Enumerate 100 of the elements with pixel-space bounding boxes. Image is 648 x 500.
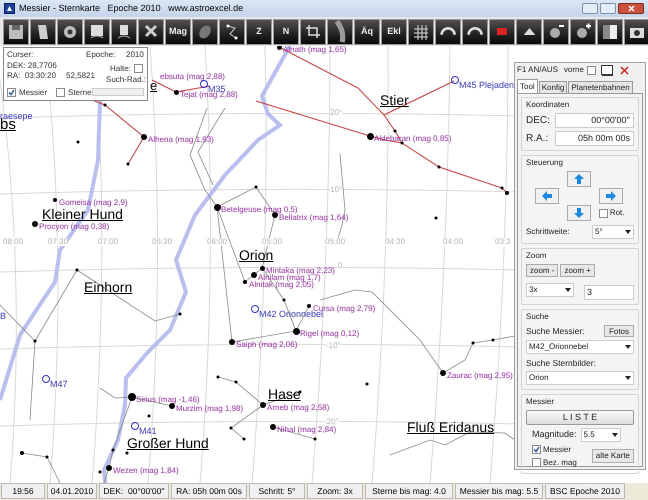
toolbar-button[interactable] [489,18,515,44]
messier-label: M45 Plejaden [459,81,514,90]
toolbar-button[interactable] [192,18,218,44]
right-arrow-icon [606,191,616,201]
group-title: Zoom [526,250,548,262]
toolbar-button[interactable] [624,18,648,44]
constellation-name: Stier [380,93,409,107]
window-title: Messier - Sternkarte Epoche 2010 www.astroexcel.de [19,2,244,15]
step-select[interactable]: 5° [592,225,634,239]
toolbar-button[interactable] [435,18,461,44]
hold-checkbox[interactable] [134,64,143,73]
zoom-out-button[interactable]: zoom - [526,264,558,277]
label-mag-checkbox[interactable] [532,458,541,467]
toolbar-button[interactable] [408,18,434,44]
rotate-checkbox[interactable] [598,208,608,218]
front-checkbox[interactable] [586,66,596,74]
ra-label: 07:30 [48,238,68,246]
constellation-name: Fluß Eridanus [407,420,494,434]
arrow-button[interactable] [598,188,623,204]
toolbar-button[interactable]: Ekl [381,18,407,44]
photos-button[interactable]: Fotos [604,325,634,338]
dec-label: -10° [326,342,341,350]
zoom-in-button[interactable]: zoom + [560,264,595,277]
messier-checkbox[interactable] [7,88,16,97]
ra-number: 52,5821 [66,72,95,80]
star-label: Alhena (mag 1,93) [148,136,214,144]
toolbar-button[interactable] [570,18,596,44]
left-arrow-icon [542,191,552,201]
toolbar-button[interactable] [219,18,245,44]
tab[interactable]: Planetenbahnen [568,81,633,93]
label-mag-label: Bez. mag [543,456,577,468]
up-arrow-icon [522,28,536,36]
toolbar-button[interactable] [543,18,569,44]
epoch-value: 2010 [126,51,144,59]
messier-checkbox[interactable] [532,445,541,454]
close-icon [628,5,634,12]
rotate-icon [466,26,484,36]
status-cell: Zoom: 3x [307,483,363,499]
stars-checkbox[interactable] [56,88,65,97]
stars-label: Sterne [68,89,92,97]
ra-field[interactable]: 05h 00m 00s [555,131,634,146]
dropdown-arrow-icon [625,376,631,380]
up-arrow-icon [574,174,584,184]
dec-label: 0 [338,262,342,270]
toolbar-button[interactable] [111,18,137,44]
zoom-select[interactable]: 3x [526,283,574,297]
old-map-button[interactable]: alte Karte [592,449,634,463]
dec-field[interactable]: 00°00'00'' [555,113,634,128]
star-label: Mintaka (mag 2,23) [266,267,335,275]
minimize-button[interactable] [582,3,598,14]
toolbar-button[interactable] [597,18,623,44]
magnitude-select[interactable]: 5.5 [580,428,621,442]
toolbar-button[interactable] [84,18,110,44]
status-cell: DEK: 00°00'00'' [99,483,169,499]
toolbar-button[interactable]: Äq [354,18,380,44]
messier-select[interactable]: M42_Orionnebel [526,340,634,354]
toolbar-button[interactable] [138,18,164,44]
dec-label: 10° [330,186,342,194]
star-label: Alnilam (mag 1,7) [258,274,321,282]
toolbar-button[interactable]: N [273,18,299,44]
dropdown-arrow-icon [612,432,618,436]
status-cell: Messier bis mag: 5.5 [455,483,543,499]
messier-label: Messier [19,89,48,97]
messier-label: Messier [543,444,572,456]
tab[interactable]: Konfig [538,81,568,93]
star-label: Sirius (mag -1,46) [136,396,200,404]
messier-label: M35 [208,85,226,94]
toolbar-button[interactable]: Z [246,18,272,44]
toolbar-button[interactable] [57,18,83,44]
arrow-button[interactable] [567,205,592,221]
magnitude-label: Magnitude: [532,428,577,441]
status-cell: Schritt: 5° [249,483,305,499]
star-label: Alnath (mag 1,65) [283,46,347,54]
tab[interactable]: Tool [517,79,538,93]
toolbar-button[interactable] [327,18,353,44]
zoom-field[interactable]: 3 [584,285,634,300]
status-cell: 19:56 [1,483,45,499]
toolbar-button[interactable]: Mag [165,18,191,44]
step-label: Schrittweite: [526,226,570,238]
toolbar-button[interactable] [3,18,29,44]
star-label: Arneb (mag 2,58) [267,404,330,412]
rotate-label: Rot. [610,207,624,219]
toolbar-button[interactable] [30,18,56,44]
messier-search-label: Suche Messier: [526,325,585,338]
close-button[interactable] [618,3,644,14]
group-title: Suche [526,311,550,323]
toolbar-button[interactable] [300,18,326,44]
dec-value: DEK: 28,7706 [7,62,57,70]
arrow-button[interactable] [535,188,560,204]
ra-value: RA: 03:30:20 [7,72,56,80]
maximize-button[interactable] [600,3,616,14]
constellation-name: Kleiner Hund [42,207,123,221]
toolbar-button[interactable] [462,18,488,44]
arrow-button[interactable] [567,171,592,187]
dec-label: DEC: [526,114,551,128]
constellation-select[interactable]: Orion [526,370,634,384]
toolbar-button[interactable] [516,18,542,44]
list-button[interactable]: L I S T E [526,410,634,424]
scrollbar[interactable] [92,88,144,96]
group-title: Koordinaten [526,99,570,111]
